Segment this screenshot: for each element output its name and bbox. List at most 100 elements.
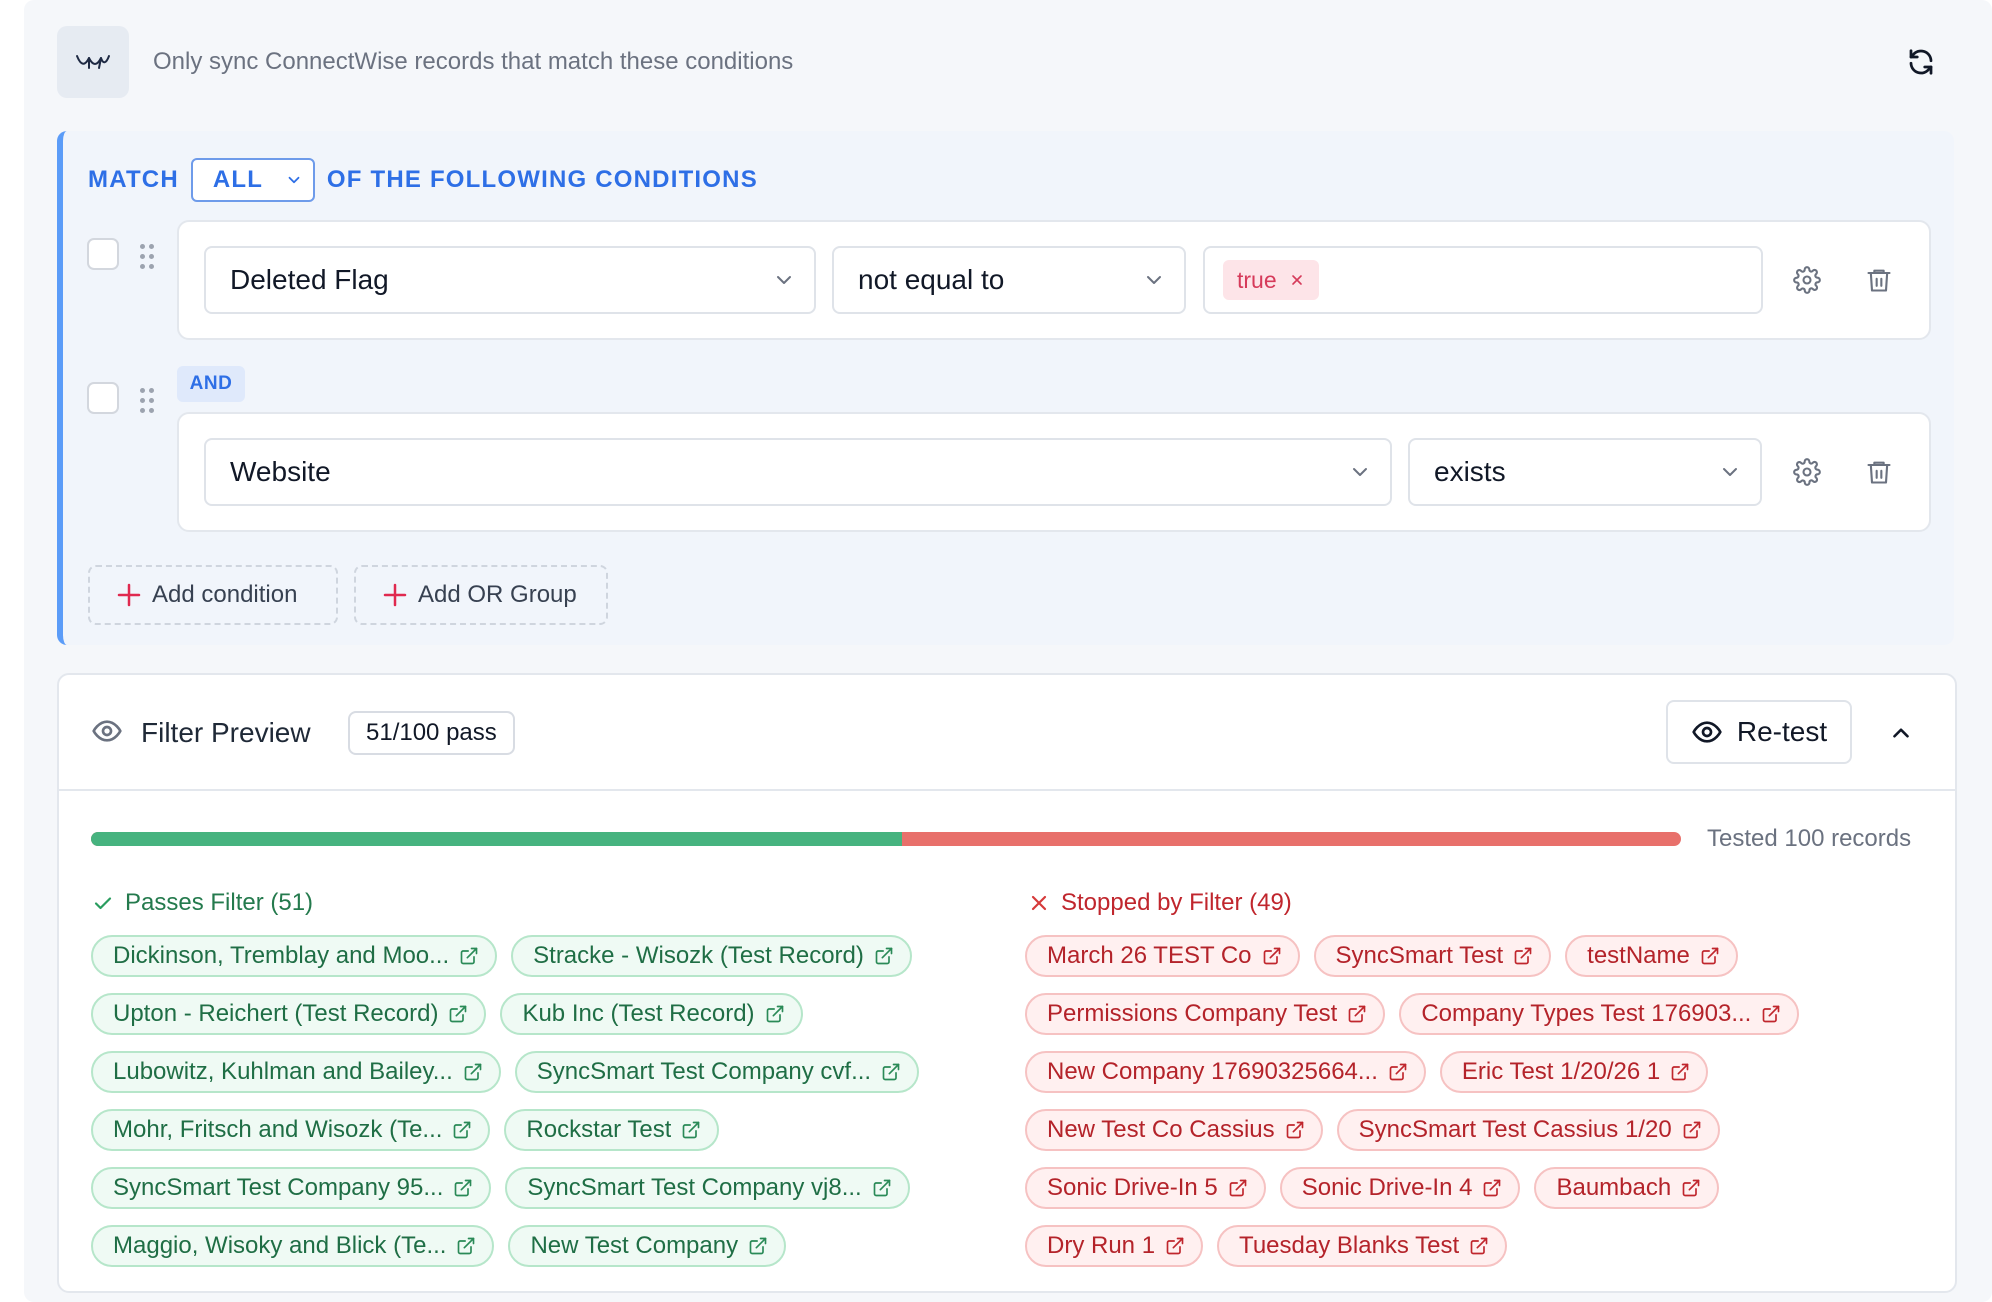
passed-record-chip-label: Upton - Reichert (Test Record) xyxy=(113,1000,439,1027)
add-condition-button[interactable]: Add condition xyxy=(88,565,338,625)
passed-record-chip[interactable]: New Test Company xyxy=(508,1225,787,1267)
stopped-record-chip[interactable]: New Test Co Cassius xyxy=(1025,1109,1323,1151)
passes-heading: Passes Filter (51) xyxy=(91,889,313,917)
collapse-preview-button[interactable] xyxy=(1881,713,1921,753)
stopped-record-chip[interactable]: Baumbach xyxy=(1534,1167,1720,1209)
passed-record-chip[interactable]: Dickinson, Tremblay and Moo... xyxy=(91,935,498,977)
stopped-record-chip-label: Tuesday Blanks Test xyxy=(1239,1232,1460,1259)
add-or-group-button[interactable]: Add OR Group xyxy=(354,565,608,625)
stopped-record-chip-label: Permissions Company Test xyxy=(1047,1000,1338,1027)
external-link-icon xyxy=(1683,1121,1701,1139)
external-link-icon xyxy=(1229,1179,1247,1197)
check-icon xyxy=(94,897,112,910)
external-link-icon xyxy=(455,1179,472,1197)
match-prefix: MATCH xyxy=(88,166,179,193)
passed-record-chip-label: Dickinson, Tremblay and Moo... xyxy=(113,942,450,969)
stopped-record-chip[interactable]: Dry Run 1 xyxy=(1025,1225,1204,1267)
field-select[interactable]: Website xyxy=(204,438,1392,506)
retest-button[interactable]: Re-test xyxy=(1666,700,1852,764)
passed-record-chip-label: Kub Inc (Test Record) xyxy=(522,1000,755,1027)
field-select-value: Website xyxy=(230,456,331,487)
external-link-icon xyxy=(1470,1237,1488,1255)
add-condition-label: Add condition xyxy=(152,581,298,608)
match-suffix: OF THE FOLLOWING CONDITIONS xyxy=(326,166,758,193)
operator-select-value: exists xyxy=(1434,456,1506,487)
stopped-record-chip[interactable]: testName xyxy=(1565,935,1738,977)
passed-record-chip[interactable]: SyncSmart Test Company 95... xyxy=(91,1167,492,1209)
passes-heading-label: Passes Filter (51) xyxy=(125,889,314,916)
trash-icon xyxy=(1867,269,1891,292)
operator-select[interactable]: not equal to xyxy=(832,246,1186,314)
condition-checkbox[interactable] xyxy=(87,238,119,270)
passed-record-chip[interactable]: SyncSmart Test Company cvf... xyxy=(514,1051,920,1093)
filter-preview-title: Filter Preview xyxy=(141,717,311,748)
condition-checkbox[interactable] xyxy=(87,382,119,414)
stopped-record-chip[interactable]: Sonic Drive-In 5 xyxy=(1025,1167,1266,1209)
external-link-icon xyxy=(1682,1179,1700,1197)
stopped-record-chip[interactable]: Company Types Test 176903... xyxy=(1399,993,1800,1035)
plus-icon xyxy=(383,583,407,607)
stopped-record-chip-label: Sonic Drive-In 4 xyxy=(1301,1174,1473,1201)
stopped-heading: Stopped by Filter (49) xyxy=(1027,889,1292,917)
stopped-record-chip[interactable]: Permissions Company Test xyxy=(1025,993,1386,1035)
drag-handle-icon[interactable] xyxy=(140,388,156,416)
passed-record-chip[interactable]: Upton - Reichert (Test Record) xyxy=(91,993,487,1035)
stopped-record-chip[interactable]: Sonic Drive-In 4 xyxy=(1279,1167,1521,1209)
condition-settings-button[interactable] xyxy=(1789,262,1825,298)
condition-settings-button[interactable] xyxy=(1789,454,1825,490)
condition-delete-button[interactable] xyxy=(1861,262,1897,298)
condition-delete-button[interactable] xyxy=(1861,454,1897,490)
chevron-down-icon xyxy=(288,176,300,184)
stopped-record-chip[interactable]: New Company 17690325664... xyxy=(1025,1051,1426,1093)
stopped-record-chip-label: Company Types Test 176903... xyxy=(1421,1000,1752,1027)
passed-record-chip[interactable]: Lubowitz, Kuhlman and Bailey... xyxy=(91,1051,501,1093)
passed-record-chip[interactable]: Rockstar Test xyxy=(504,1109,720,1151)
stopped-record-chip[interactable]: March 26 TEST Co xyxy=(1025,935,1300,977)
stopped-record-chip[interactable]: Tuesday Blanks Test xyxy=(1217,1225,1508,1267)
external-link-icon xyxy=(766,1005,783,1023)
filter-icon xyxy=(57,26,129,98)
field-select[interactable]: Deleted Flag xyxy=(204,246,816,314)
settings-icon xyxy=(1793,266,1821,294)
passed-record-chip-label: SyncSmart Test Company vj8... xyxy=(527,1174,862,1201)
and-connector-badge[interactable]: AND xyxy=(177,366,245,402)
passed-record-chip[interactable]: Mohr, Fritsch and Wisozk (Te... xyxy=(91,1109,491,1151)
chevron-down-icon xyxy=(1147,276,1161,284)
operator-select[interactable]: exists xyxy=(1408,438,1762,506)
chevron-down-icon xyxy=(1723,468,1737,476)
passed-record-chip-label: New Test Company xyxy=(530,1232,739,1259)
passed-record-chip[interactable]: Maggio, Wisoky and Blick (Te... xyxy=(91,1225,495,1267)
sync-button[interactable] xyxy=(1899,40,1943,84)
remove-tag-icon[interactable] xyxy=(1289,272,1305,288)
external-link-icon xyxy=(1671,1063,1689,1081)
plus-icon xyxy=(117,583,141,607)
passed-record-chip-label: Lubowitz, Kuhlman and Bailey... xyxy=(113,1058,453,1085)
drag-handle-icon[interactable] xyxy=(140,244,156,272)
value-input[interactable]: true xyxy=(1203,246,1763,314)
stopped-record-chip[interactable]: Eric Test 1/20/26 1 xyxy=(1439,1051,1709,1093)
chevron-down-icon xyxy=(777,276,791,284)
stopped-record-chip-label: testName xyxy=(1587,942,1690,969)
chevron-up-icon xyxy=(1893,728,1909,738)
external-link-icon xyxy=(873,1179,891,1197)
pass-count-badge: 51/100 pass xyxy=(348,711,515,755)
settings-icon xyxy=(1793,458,1821,486)
filter-preview: Filter Preview 51/100 pass Re-test Teste… xyxy=(57,673,1957,1293)
external-link-icon xyxy=(450,1005,467,1023)
retest-label: Re-test xyxy=(1736,716,1828,747)
chevron-down-icon xyxy=(1353,468,1367,476)
stopped-record-chip[interactable]: SyncSmart Test xyxy=(1313,935,1552,977)
passed-record-chip[interactable]: Kub Inc (Test Record) xyxy=(500,993,803,1035)
external-link-icon xyxy=(464,1063,482,1081)
trash-icon xyxy=(1867,461,1891,484)
passed-record-chip[interactable]: SyncSmart Test Company vj8... xyxy=(505,1167,910,1209)
passed-record-chip[interactable]: Stracke - Wisozk (Test Record) xyxy=(511,935,912,977)
match-mode-select[interactable]: ALL xyxy=(190,158,315,202)
stopped-record-chip[interactable]: SyncSmart Test Cassius 1/20 xyxy=(1336,1109,1720,1151)
match-row: MATCH ALL OF THE FOLLOWING CONDITIONS xyxy=(88,158,758,202)
external-link-icon xyxy=(1389,1063,1407,1081)
stopped-record-chip-label: New Company 17690325664... xyxy=(1047,1058,1378,1085)
stopped-record-chip-label: SyncSmart Test xyxy=(1335,942,1504,969)
external-link-icon xyxy=(683,1121,700,1139)
operator-select-value: not equal to xyxy=(858,264,1005,295)
